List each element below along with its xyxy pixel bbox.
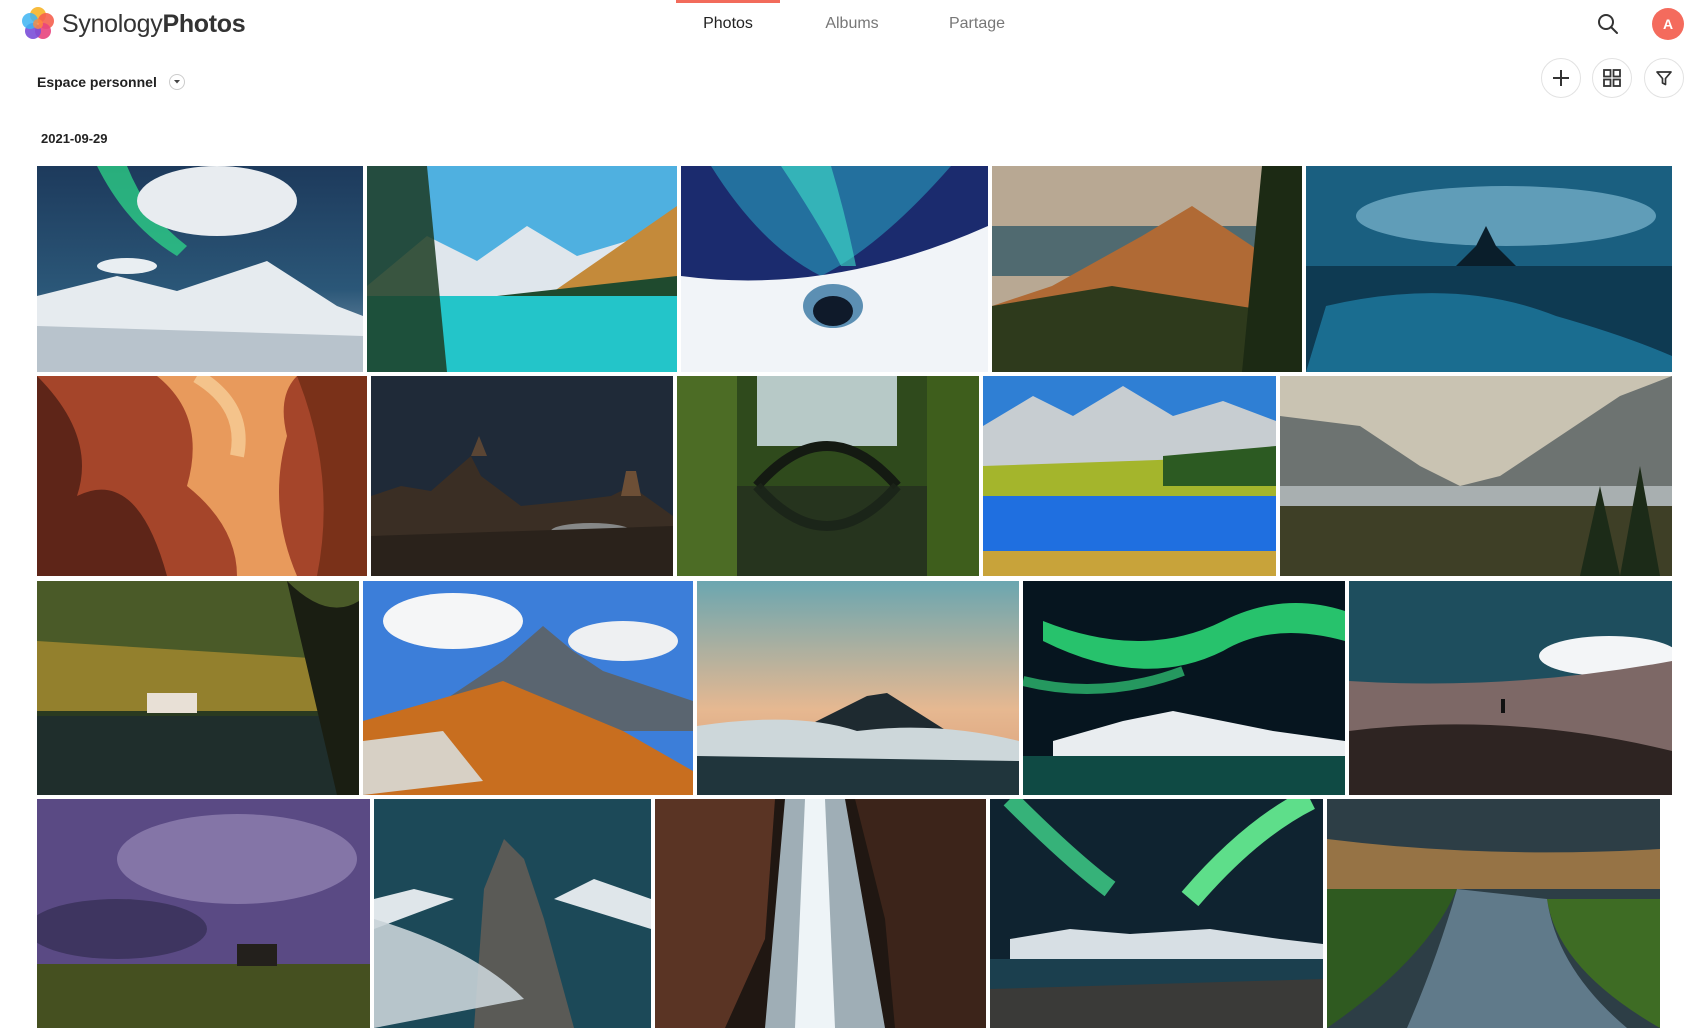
- photo-thumbnail-aurora-ice-cave[interactable]: [681, 166, 988, 372]
- photo-thumbnail-mont-saint-michel[interactable]: [1306, 166, 1672, 372]
- photo-thumbnail-aurora-snow-coast[interactable]: [37, 166, 363, 372]
- photo-thumbnail-cave-waterfall[interactable]: [655, 799, 986, 1028]
- photo-thumbnail-purple-storm-ruins[interactable]: [37, 799, 370, 1028]
- photo-thumbnail-stone-bridge-reflection[interactable]: [677, 376, 979, 576]
- photo-thumbnail-mossy-river-sunset[interactable]: [1327, 799, 1660, 1028]
- photo-thumbnail-misty-valley-lake[interactable]: [1280, 376, 1672, 576]
- photo-thumbnail-lakeside-house-autumn[interactable]: [37, 581, 359, 795]
- photo-thumbnail-turquoise-lake[interactable]: [367, 166, 677, 372]
- photo-thumbnail-mountain-peak-fog[interactable]: [374, 799, 651, 1028]
- photo-thumbnail-volcano-above-clouds[interactable]: [697, 581, 1019, 795]
- photo-thumbnail-dolomites-ridge[interactable]: [363, 581, 693, 795]
- photo-thumbnail-alpine-lake-meadow[interactable]: [983, 376, 1276, 576]
- photo-grid: [0, 0, 1696, 1028]
- photo-thumbnail-green-aurora-fjord[interactable]: [1023, 581, 1345, 795]
- photo-thumbnail-night-desert-pinnacles[interactable]: [371, 376, 673, 576]
- photo-thumbnail-beach-walker-fog[interactable]: [1349, 581, 1672, 795]
- photo-thumbnail-aurora-rocky-shore[interactable]: [990, 799, 1323, 1028]
- photo-thumbnail-antelope-canyon[interactable]: [37, 376, 367, 576]
- photo-thumbnail-coastal-cliffs[interactable]: [992, 166, 1302, 372]
